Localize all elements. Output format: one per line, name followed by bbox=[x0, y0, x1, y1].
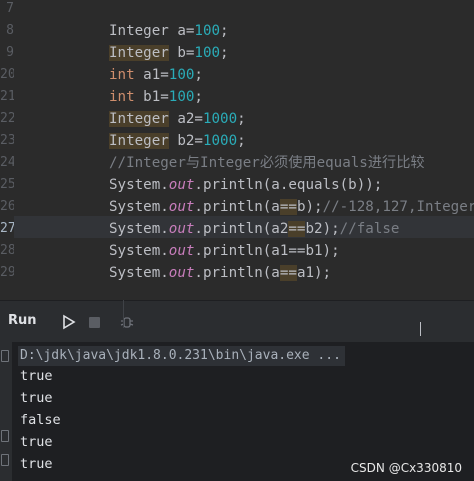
code-token: 1000 bbox=[202, 133, 238, 149]
code-token: ; bbox=[194, 67, 203, 83]
console-output-line: true bbox=[20, 368, 53, 384]
code-token: 100 bbox=[168, 89, 195, 105]
code-line[interactable]: System.out.println(a1==b1); bbox=[109, 240, 340, 262]
code-token: //false bbox=[339, 221, 400, 237]
code-token: .println(a bbox=[194, 265, 280, 281]
line-number: 21 bbox=[0, 89, 14, 104]
code-token: System. bbox=[109, 243, 169, 259]
code-token: .println(a1==b1); bbox=[194, 243, 340, 259]
watermark: CSDN @Cx330810 bbox=[350, 461, 462, 475]
console-gutter bbox=[0, 342, 12, 481]
code-line[interactable]: Integer a=100; bbox=[109, 20, 229, 42]
code-token: Integer bbox=[109, 133, 169, 149]
code-token: System. bbox=[109, 177, 169, 193]
code-token: out bbox=[168, 265, 195, 281]
code-token: b2= bbox=[168, 133, 203, 149]
code-token: ; bbox=[220, 23, 229, 39]
code-token: 100 bbox=[194, 23, 221, 39]
line-number: 26 bbox=[0, 199, 14, 214]
code-line[interactable]: System.out.println(a.equals(b)); bbox=[109, 174, 382, 196]
indent-guide bbox=[123, 300, 124, 328]
code-line[interactable]: //Integer与Integer必须使用equals进行比较 bbox=[109, 152, 425, 174]
text-cursor bbox=[420, 322, 421, 336]
line-number: 7 bbox=[6, 1, 14, 16]
code-token: System. bbox=[109, 265, 169, 281]
code-token: == bbox=[279, 199, 297, 215]
code-token: b2); bbox=[305, 221, 340, 237]
code-token: //-128,127,Integer bbox=[322, 199, 474, 215]
console-output-line: true bbox=[20, 456, 53, 472]
code-token: 100 bbox=[194, 45, 221, 61]
code-line[interactable]: Integer b=100; bbox=[109, 42, 229, 64]
code-token: .println(a bbox=[194, 199, 280, 215]
line-number: 28 bbox=[0, 243, 14, 258]
code-token: 100 bbox=[168, 67, 195, 83]
line-number: 22 bbox=[0, 111, 14, 126]
code-token: Integer a= bbox=[109, 23, 195, 39]
code-line[interactable]: System.out.println(a==a1); bbox=[109, 262, 331, 284]
console-command: D:\jdk\java\jdk1.8.0.231\bin\java.exe ..… bbox=[18, 346, 345, 366]
code-token: ; bbox=[220, 45, 229, 61]
code-token: b); bbox=[296, 199, 323, 215]
code-token: Integer bbox=[109, 45, 169, 61]
console-gutter-icon[interactable] bbox=[1, 454, 9, 466]
stop-icon[interactable] bbox=[89, 317, 100, 328]
code-token: out bbox=[168, 243, 195, 259]
line-number: 9 bbox=[6, 45, 14, 60]
code-token: b1= bbox=[134, 89, 169, 105]
play-icon[interactable] bbox=[61, 314, 77, 330]
code-token: int bbox=[109, 67, 135, 83]
console-output-line: true bbox=[20, 434, 53, 450]
code-line[interactable]: int a1=100; bbox=[109, 64, 203, 86]
code-token: //Integer与Integer必须使用equals进行比较 bbox=[109, 155, 425, 171]
run-toolbar: Run bbox=[0, 300, 474, 343]
code-token: out bbox=[168, 177, 195, 193]
console-output-line: true bbox=[20, 390, 53, 406]
code-token: a1= bbox=[134, 67, 169, 83]
code-token: out bbox=[168, 199, 195, 215]
line-number: 23 bbox=[0, 133, 14, 148]
run-panel-title: Run bbox=[8, 313, 37, 328]
code-token: b= bbox=[168, 45, 195, 61]
line-number-gutter: 7 8 9 20 21 22 23 24 25 26 27 28 29 bbox=[0, 0, 14, 300]
console-output-line: false bbox=[20, 412, 61, 428]
line-number: 25 bbox=[0, 177, 14, 192]
code-token: .println(a.equals(b)); bbox=[194, 177, 383, 193]
code-token: ; bbox=[194, 89, 203, 105]
code-line[interactable]: int b1=100; bbox=[109, 86, 203, 108]
line-number: 27 bbox=[0, 221, 14, 236]
code-line[interactable]: Integer a2=1000; bbox=[109, 108, 246, 130]
code-token: == bbox=[288, 221, 306, 237]
code-token: 1000 bbox=[202, 111, 238, 127]
code-line[interactable]: System.out.println(a==b);//-128,127,Inte… bbox=[109, 196, 474, 218]
code-token: Integer bbox=[109, 111, 169, 127]
code-token: ; bbox=[237, 133, 246, 149]
debug-icon[interactable] bbox=[119, 314, 135, 330]
code-token: a2= bbox=[168, 111, 203, 127]
line-number: 8 bbox=[6, 23, 14, 38]
code-token: out bbox=[168, 221, 195, 237]
code-token: System. bbox=[109, 221, 169, 237]
console-gutter-icon[interactable] bbox=[1, 350, 9, 362]
code-token: == bbox=[279, 265, 297, 281]
code-line[interactable]: System.out.println(a2==b2);//false bbox=[109, 218, 399, 240]
line-number: 20 bbox=[0, 67, 14, 82]
code-line[interactable]: Integer b2=1000; bbox=[109, 130, 246, 152]
code-token: System. bbox=[109, 199, 169, 215]
code-editor[interactable]: 7 8 9 20 21 22 23 24 25 26 27 28 29 Integer a=100; In… bbox=[0, 0, 474, 300]
code-token: a1); bbox=[296, 265, 332, 281]
console-gutter-icon[interactable] bbox=[1, 430, 9, 442]
code-token: int bbox=[109, 89, 135, 105]
code-token: ; bbox=[237, 111, 246, 127]
line-number: 24 bbox=[0, 155, 14, 170]
line-number: 29 bbox=[0, 265, 14, 280]
code-token: .println(a2 bbox=[194, 221, 289, 237]
